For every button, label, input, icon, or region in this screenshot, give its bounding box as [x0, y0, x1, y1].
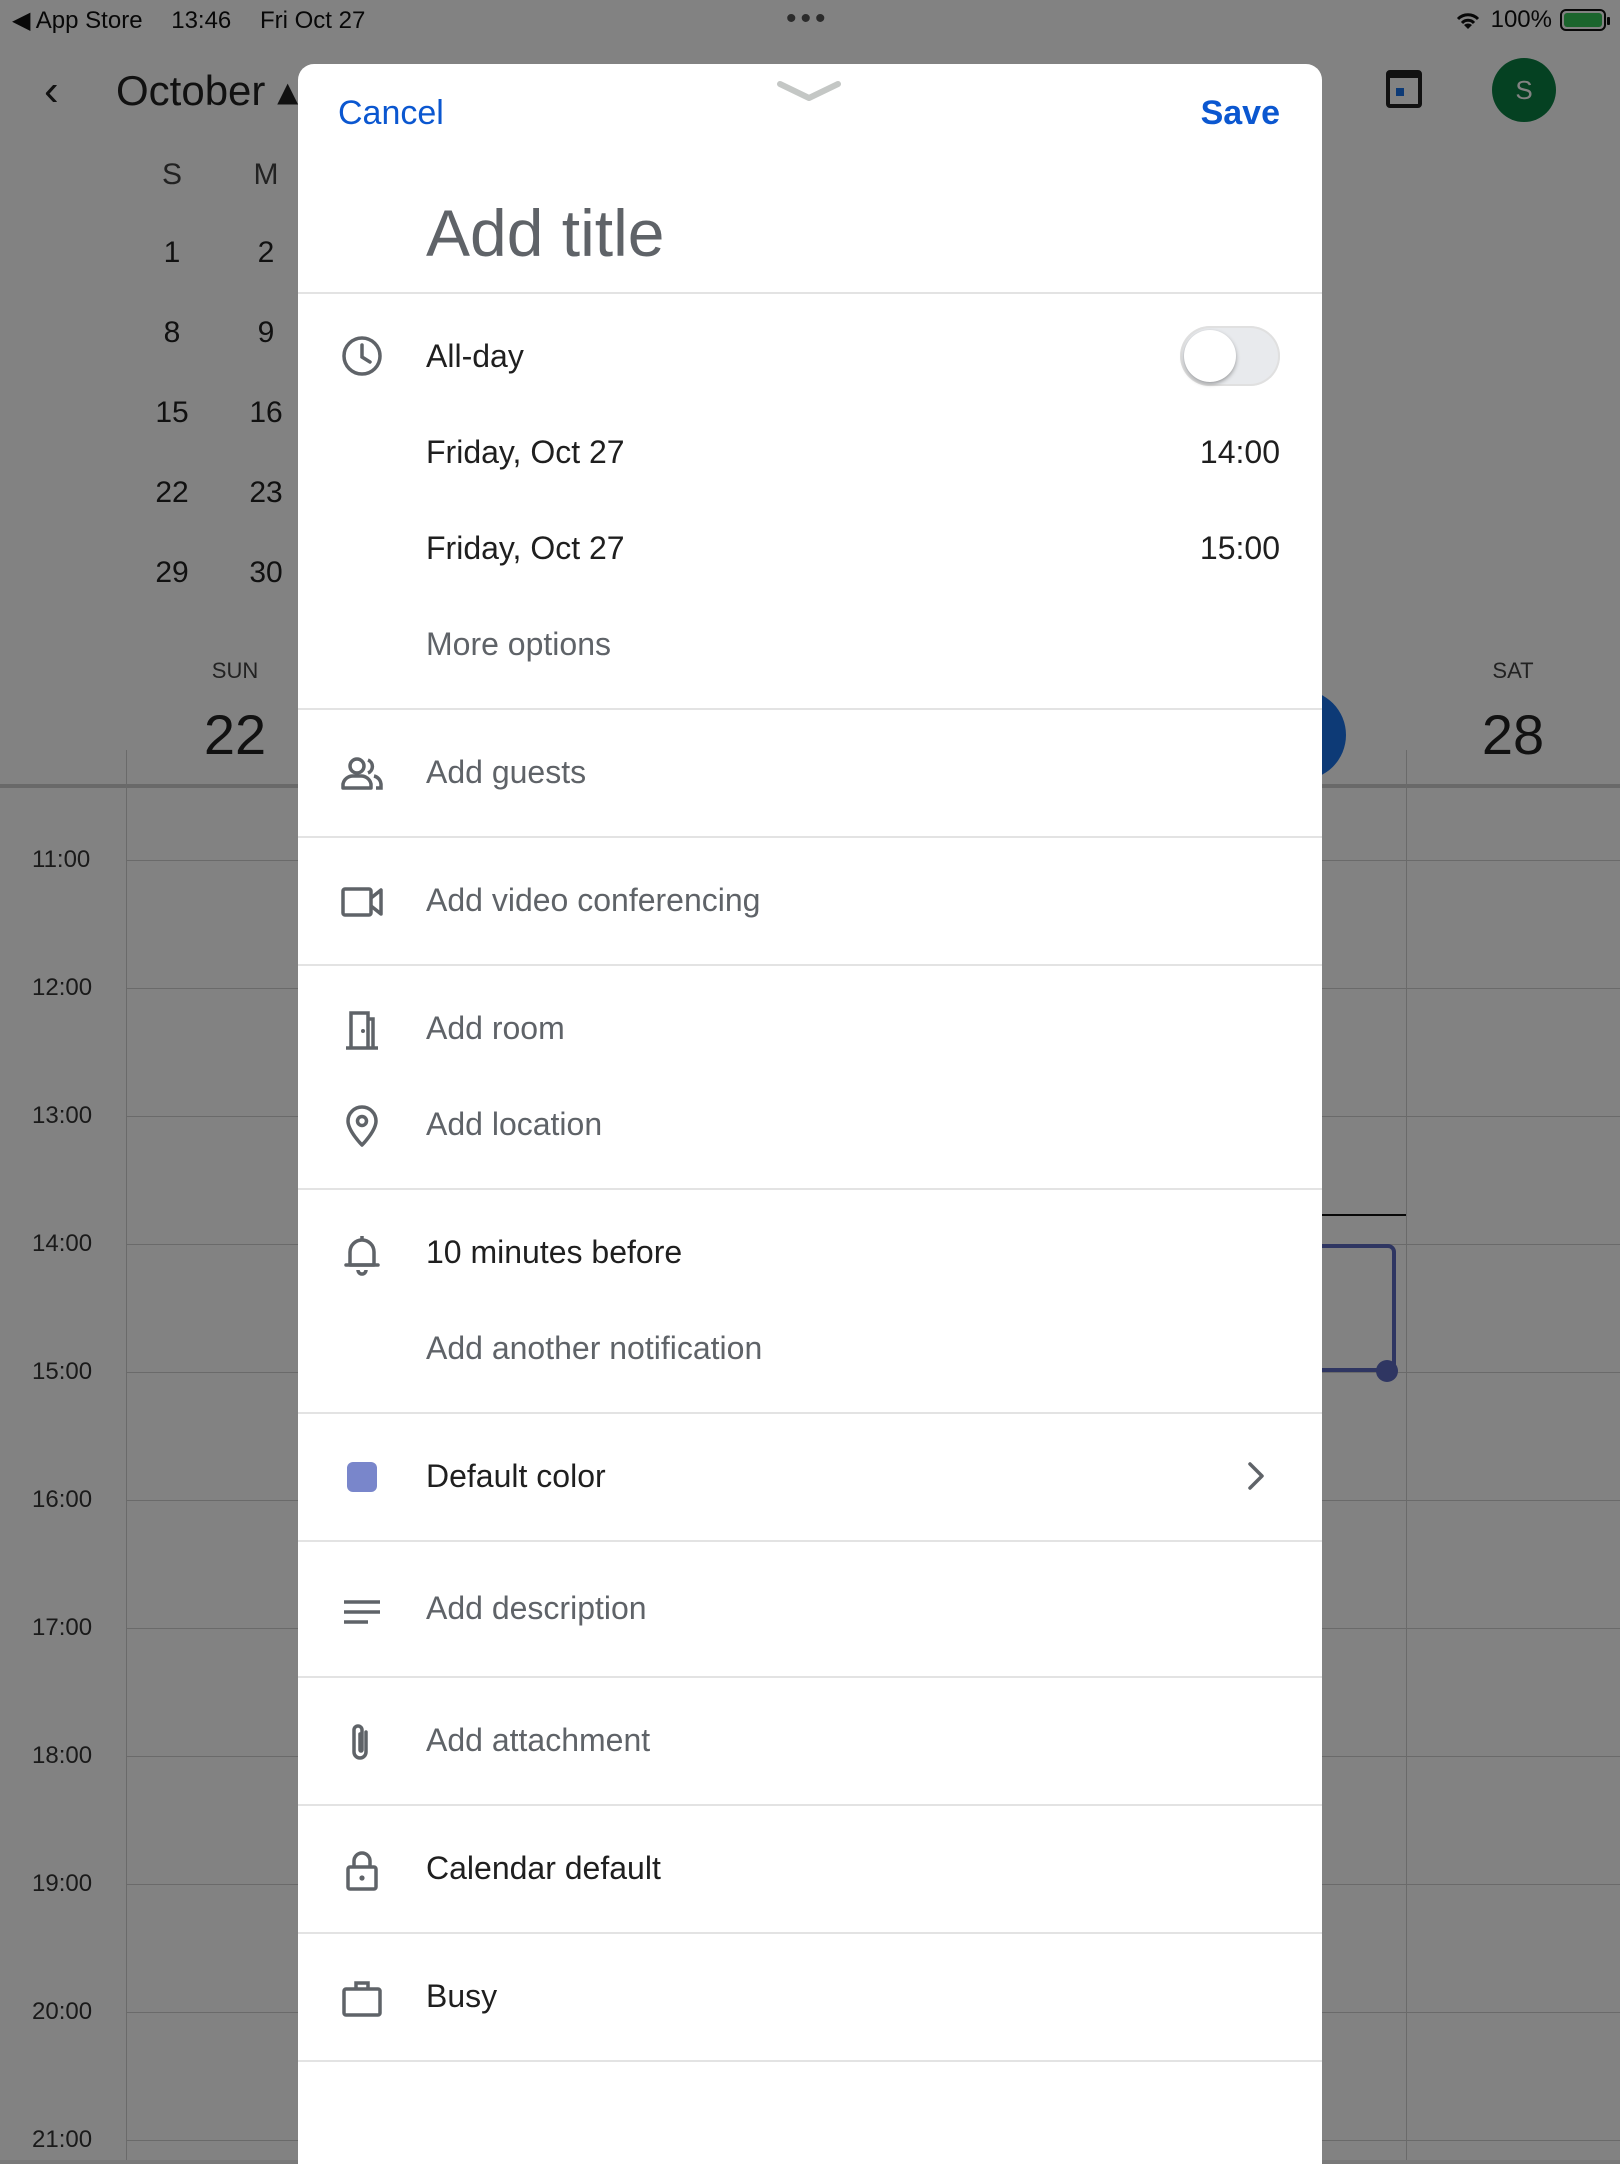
add-room-field[interactable]: Add room: [426, 1010, 565, 1047]
description-icon: [340, 1590, 384, 1634]
divider: [298, 708, 1322, 710]
end-time[interactable]: 15:00: [1200, 530, 1280, 567]
location-pin-icon: [340, 1104, 384, 1148]
sheet-grabber-icon[interactable]: [776, 78, 842, 104]
add-location-field[interactable]: Add location: [426, 1106, 602, 1143]
all-day-toggle[interactable]: [1180, 326, 1280, 386]
color-label[interactable]: Default color: [426, 1458, 606, 1495]
divider: [298, 292, 1322, 294]
all-day-label: All-day: [426, 338, 524, 374]
clock-icon: [340, 334, 384, 378]
save-button[interactable]: Save: [1201, 94, 1280, 133]
add-notification-link[interactable]: Add another notification: [426, 1330, 762, 1367]
divider: [298, 964, 1322, 966]
end-date[interactable]: Friday, Oct 27: [426, 530, 625, 567]
divider: [298, 1804, 1322, 1806]
divider: [298, 1676, 1322, 1678]
briefcase-icon: [340, 1976, 384, 2020]
color-swatch: [347, 1462, 377, 1492]
divider: [298, 2060, 1322, 2062]
add-guests-field[interactable]: Add guests: [426, 754, 586, 791]
notification-item[interactable]: 10 minutes before: [426, 1234, 682, 1271]
event-title-input[interactable]: [426, 188, 1246, 278]
paperclip-icon: [340, 1720, 384, 1764]
people-icon: [340, 752, 384, 796]
visibility-setting[interactable]: Calendar default: [426, 1850, 661, 1887]
add-attachment-field[interactable]: Add attachment: [426, 1722, 650, 1759]
toggle-knob: [1184, 330, 1236, 382]
bell-icon: [340, 1232, 384, 1276]
start-time[interactable]: 14:00: [1200, 434, 1280, 471]
divider: [298, 1932, 1322, 1934]
meeting-room-icon: [340, 1008, 384, 1052]
cancel-button[interactable]: Cancel: [338, 94, 444, 133]
video-camera-icon: [340, 880, 384, 924]
divider: [298, 1540, 1322, 1542]
divider: [298, 1412, 1322, 1414]
lock-icon: [340, 1848, 384, 1892]
add-description-field[interactable]: Add description: [426, 1590, 647, 1627]
divider: [298, 1188, 1322, 1190]
divider: [298, 836, 1322, 838]
new-event-sheet: Cancel Save All-day Friday, Oct 27 14:00…: [298, 64, 1322, 2164]
start-date[interactable]: Friday, Oct 27: [426, 434, 625, 471]
availability-setting[interactable]: Busy: [426, 1978, 497, 2015]
more-options-link[interactable]: More options: [426, 626, 611, 663]
chevron-right-icon[interactable]: [1236, 1456, 1276, 1496]
add-video-conferencing-field[interactable]: Add video conferencing: [426, 882, 760, 919]
